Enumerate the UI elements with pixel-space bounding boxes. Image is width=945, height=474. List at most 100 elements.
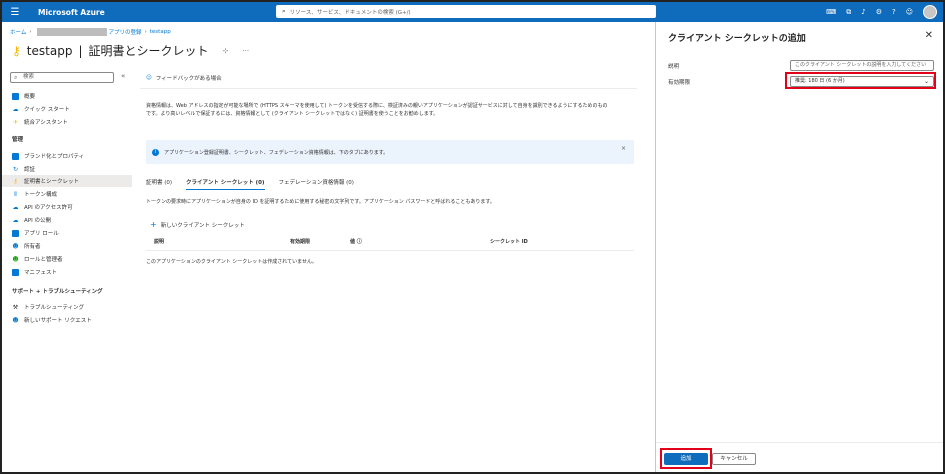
sidebar-item-owners[interactable]: ☻ 所有者 (12, 240, 130, 252)
support-icon: ☻ (12, 316, 19, 324)
feedback-link[interactable]: ☺ フィードバックがある場合 (146, 74, 222, 82)
sidebar-item-authentication[interactable]: ↻ 認証 (12, 163, 130, 175)
page-title-row: ⚷ testapp | 証明書とシークレット ⊹ ··· (12, 42, 249, 59)
sidebar-item-label: API の公開 (24, 218, 51, 224)
sidebar-item-label: 証明書とシークレット (24, 179, 80, 185)
breadcrumb-app[interactable]: testapp (150, 29, 171, 35)
new-client-secret-button[interactable]: + 新しいクライアント シークレット (150, 220, 245, 229)
sidebar-item-label: ブランド化とプロパティ (24, 154, 85, 160)
column-header-value: 値 ⓘ (350, 239, 362, 245)
column-header-expires: 有効期限 (290, 239, 311, 245)
footer-divider (656, 442, 943, 443)
column-header-secret-id: シークレット ID (490, 239, 528, 245)
app-window: ☰ Microsoft Azure ⌕ リソース、サービス、ドキュメントの検索 … (0, 0, 945, 474)
rocket-icon: ✈ (12, 118, 19, 126)
main-content: ☺ フィードバックがある場合 資格情報は、Web アドレスの指定が可能な場所で … (132, 68, 637, 468)
breadcrumb-home[interactable]: ホーム (10, 28, 26, 36)
highlight-box (660, 448, 712, 469)
tab-client-secrets[interactable]: クライアント シークレット (0) (186, 178, 265, 190)
branding-icon (12, 152, 19, 160)
info-banner: i アプリケーション登録証明書、シークレット、フェデレーション資格情報は、下のタ… (146, 140, 634, 164)
feedback-label: フィードバックがある場合 (155, 76, 222, 82)
key-icon: ⚷ (13, 177, 18, 185)
manifest-icon (12, 268, 19, 276)
pin-icon[interactable]: ⊹ (223, 47, 229, 55)
breadcrumb-separator: › (144, 29, 147, 35)
add-secret-panel: クライアント シークレットの追加 ✕ 説明 このクライアント シークレットの説明… (656, 22, 943, 472)
api-permissions-icon: ☁ (12, 203, 19, 211)
sidebar-item-label: 新しいサポート リクエスト (24, 318, 92, 324)
sidebar-item-troubleshooting[interactable]: ⚒ トラブルシューティング (12, 301, 130, 313)
sidebar-item-label: アプリ ロール (24, 231, 59, 237)
info-icon: i (152, 148, 159, 156)
sidebar-heading-manage: 管理 (12, 137, 24, 143)
sidebar-item-label: 認証 (24, 167, 36, 173)
sidebar-item-api-permissions[interactable]: ☁ API のアクセス許可 (12, 201, 130, 213)
sidebar-item-overview[interactable]: 概要 (12, 90, 130, 102)
cloud-shell-icon[interactable]: ⌨ (826, 8, 836, 16)
sidebar-item-manifest[interactable]: マニフェスト (12, 266, 130, 278)
sidebar-item-expose-api[interactable]: ☁ API の公開 (12, 214, 130, 226)
sidebar-item-integration-assistant[interactable]: ✈ 統合アシスタント (12, 116, 130, 128)
breadcrumb-separator: › (29, 29, 32, 35)
cancel-button[interactable]: キャンセル (712, 453, 756, 465)
more-icon[interactable]: ··· (242, 47, 249, 55)
top-icons: ⌨ ⧉ ♪ ⚙ ? ☺ (826, 2, 913, 22)
sidebar-item-label: ロールと管理者 (24, 257, 63, 263)
search-icon: ⌕ (282, 7, 286, 15)
sidebar-search-input[interactable]: ⌕ 検索 (10, 72, 114, 83)
bell-icon[interactable]: ♪ (861, 8, 865, 16)
expose-api-icon: ☁ (12, 216, 19, 224)
close-icon[interactable]: ✕ (925, 30, 933, 41)
description-label: 説明 (668, 64, 680, 70)
wrench-icon: ⚒ (12, 303, 19, 311)
breadcrumb: ホーム › アプリの登録 › testapp (10, 28, 171, 36)
page-description: 資格情報は、Web アドレスの指定が可能な場所で (HTTPS スキーマを使用し… (146, 102, 636, 118)
panel-title: クライアント シークレットの追加 (668, 34, 806, 44)
sidebar-item-new-support-request[interactable]: ☻ 新しいサポート リクエスト (12, 314, 130, 326)
sidebar-search-placeholder: 検索 (23, 74, 35, 80)
brand-label[interactable]: Microsoft Azure (38, 8, 105, 17)
help-icon[interactable]: ? (892, 8, 896, 16)
collapse-icon[interactable]: « (121, 72, 125, 80)
sidebar-item-label: 概要 (24, 94, 36, 100)
redacted-block (36, 28, 107, 36)
tab-certificates[interactable]: 証明書 (0) (146, 178, 172, 190)
info-banner-text: アプリケーション登録証明書、シークレット、フェデレーション資格情報は、下のタブに… (164, 149, 389, 156)
sidebar-item-app-roles[interactable]: アプリ ロール (12, 227, 130, 239)
sidebar-item-roles-admins[interactable]: ☻ ロールと管理者 (12, 253, 130, 265)
key-icon: ⚷ (12, 43, 21, 58)
column-header-description: 説明 (154, 239, 165, 245)
description-line: 資格情報は、Web アドレスの指定が可能な場所で (HTTPS スキーマを使用し… (146, 103, 608, 109)
breadcrumb-app-registration[interactable]: アプリの登録 (109, 28, 142, 36)
sidebar-item-label: 統合アシスタント (24, 120, 68, 126)
hamburger-icon[interactable]: ☰ (6, 7, 24, 18)
sidebar-item-token-configuration[interactable]: ⦀ トークン構成 (12, 188, 130, 200)
sidebar-item-certificates-secrets[interactable]: ⚷ 証明書とシークレット (2, 175, 132, 187)
global-search-input[interactable]: ⌕ リソース、サービス、ドキュメントの検索 (G+/) (276, 5, 656, 18)
token-icon: ⦀ (14, 190, 17, 198)
sidebar-item-quickstart[interactable]: ☁ クイック スタート (12, 103, 130, 115)
sidebar-item-branding[interactable]: ブランド化とプロパティ (12, 150, 130, 162)
feedback-icon[interactable]: ☺ (906, 8, 913, 16)
tab-bar: 証明書 (0) クライアント シークレット (0) フェデレーション資格情報 (… (146, 178, 354, 190)
directory-icon[interactable]: ⧉ (846, 8, 851, 17)
gear-icon[interactable]: ⚙ (876, 8, 882, 16)
owners-icon: ☻ (12, 242, 19, 250)
description-input[interactable]: このクライアント シークレットの説明を入力してください (790, 60, 934, 71)
sidebar-item-label: トラブルシューティング (24, 305, 85, 311)
sidebar-item-label: API のアクセス許可 (24, 205, 73, 211)
empty-table-message: このアプリケーションのクライアント シークレットは作成されていません。 (146, 259, 317, 265)
divider (140, 88, 637, 89)
new-client-secret-label: 新しいクライアント シークレット (160, 222, 245, 229)
tab-description: トークンの要求時にアプリケーションが自身の ID を証明するために使用する秘密の… (146, 199, 495, 205)
sidebar-heading-support: サポート + トラブルシューティング (12, 289, 103, 295)
sidebar-item-label: マニフェスト (24, 270, 58, 276)
highlight-box (785, 72, 936, 89)
app-roles-icon (12, 229, 19, 237)
avatar[interactable] (923, 5, 937, 19)
sidebar-item-label: 所有者 (24, 244, 41, 250)
table-header-divider (146, 250, 634, 251)
close-icon[interactable]: × (621, 145, 626, 152)
tab-federated-credentials[interactable]: フェデレーション資格情報 (0) (279, 178, 354, 190)
